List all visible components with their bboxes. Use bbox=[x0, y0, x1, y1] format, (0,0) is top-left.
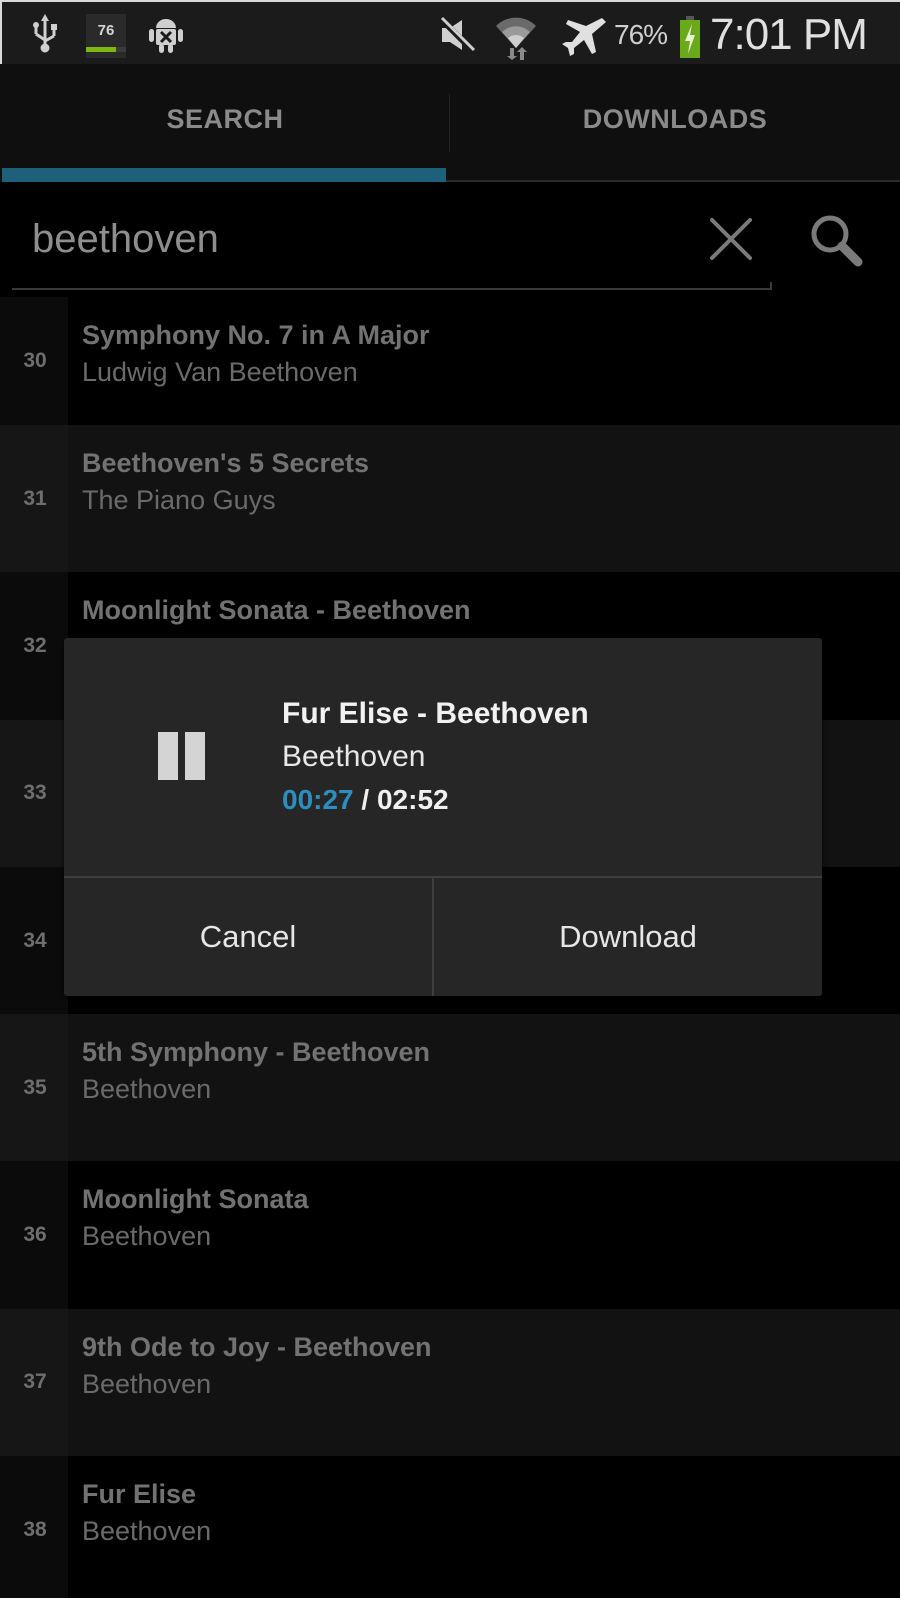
track-title: Fur Elise - Beethoven bbox=[282, 697, 589, 730]
result-title: Moonlight Sonata - Beethoven bbox=[82, 595, 471, 626]
clock: 7:01 PM bbox=[710, 10, 868, 59]
result-title: Fur Elise bbox=[82, 1479, 197, 1510]
cancel-button[interactable]: Cancel bbox=[64, 878, 432, 996]
tab-bar: SEARCH DOWNLOADS bbox=[0, 64, 900, 182]
notification-progress-fill bbox=[86, 47, 116, 52]
notification-number: 76 bbox=[97, 22, 115, 39]
search-bar bbox=[0, 182, 900, 297]
battery-level-fill bbox=[680, 20, 700, 58]
result-number: 36 bbox=[0, 1161, 68, 1309]
result-row[interactable]: 38 Fur Elise Beethoven bbox=[0, 1456, 900, 1598]
download-button[interactable]: Download bbox=[434, 878, 822, 996]
search-input[interactable] bbox=[14, 204, 714, 274]
result-title: 9th Ode to Joy - Beethoven bbox=[82, 1331, 432, 1362]
result-row[interactable]: 31 Beethoven's 5 Secrets The Piano Guys bbox=[0, 425, 900, 573]
result-row[interactable]: 36 Moonlight Sonata Beethoven bbox=[0, 1161, 900, 1309]
battery-percent: 76% bbox=[614, 19, 668, 50]
notification-76-icon: 76 bbox=[86, 14, 126, 58]
result-title: Beethoven's 5 Secrets bbox=[82, 448, 370, 478]
result-row[interactable]: 37 9th Ode to Joy - Beethoven Beethoven bbox=[0, 1308, 900, 1457]
clear-search-button[interactable] bbox=[706, 214, 756, 264]
result-number: 33 bbox=[0, 719, 68, 867]
result-number: 35 bbox=[0, 1014, 68, 1162]
result-artist: Beethoven bbox=[82, 1368, 212, 1399]
close-icon bbox=[710, 218, 752, 260]
playback-time: 00:27 / 02:52 bbox=[282, 780, 589, 820]
total-duration: 02:52 bbox=[376, 784, 449, 815]
preview-player-dialog: Fur Elise - Beethoven Beethoven 00:27 / … bbox=[64, 638, 822, 996]
search-icon bbox=[811, 215, 863, 267]
search-underline bbox=[12, 282, 772, 290]
time-separator: / bbox=[353, 784, 377, 815]
result-artist: The Piano Guys bbox=[82, 485, 276, 515]
usb-icon bbox=[32, 14, 58, 59]
result-number: 32 bbox=[0, 572, 68, 720]
battery-charging-icon bbox=[680, 16, 700, 58]
track-info: Fur Elise - Beethoven Beethoven 00:27 / … bbox=[282, 694, 589, 820]
track-artist: Beethoven bbox=[282, 740, 426, 773]
result-number: 37 bbox=[0, 1308, 68, 1457]
result-title: 5th Symphony - Beethoven bbox=[82, 1037, 431, 1068]
tab-search[interactable]: SEARCH bbox=[0, 64, 450, 182]
wifi-icon bbox=[494, 14, 538, 65]
search-button[interactable] bbox=[808, 212, 866, 270]
result-text: 5th Symphony - Beethoven Beethoven bbox=[68, 1014, 900, 1161]
result-text: Moonlight Sonata Beethoven bbox=[68, 1161, 900, 1308]
notification-progress-bar bbox=[86, 47, 126, 52]
result-text: Symphony No. 7 in A Major Ludwig Van Beet… bbox=[68, 297, 900, 425]
result-text: Beethoven's 5 Secrets The Piano Guys bbox=[68, 425, 900, 572]
result-title: Symphony No. 7 in A Major bbox=[82, 320, 430, 350]
airplane-icon bbox=[562, 16, 606, 61]
result-title: Moonlight Sonata bbox=[82, 1184, 309, 1215]
android-debug-icon bbox=[148, 16, 184, 59]
result-artist: Beethoven bbox=[82, 1221, 212, 1252]
result-row[interactable]: 30 Symphony No. 7 in A Major Ludwig Van Be… bbox=[0, 297, 900, 425]
pause-button[interactable] bbox=[158, 732, 210, 780]
active-tab-indicator bbox=[2, 168, 446, 182]
tab-downloads[interactable]: DOWNLOADS bbox=[450, 64, 900, 182]
result-number: 38 bbox=[0, 1456, 68, 1598]
result-artist: Ludwig Van Beethoven bbox=[82, 357, 358, 387]
mute-icon bbox=[437, 15, 478, 59]
result-number: 31 bbox=[0, 425, 68, 573]
result-text: Fur Elise Beethoven bbox=[68, 1456, 900, 1598]
elapsed-time: 00:27 bbox=[282, 784, 354, 815]
result-row[interactable]: 35 5th Symphony - Beethoven Beethoven bbox=[0, 1014, 900, 1162]
result-number: 30 bbox=[0, 297, 68, 425]
result-number: 34 bbox=[0, 866, 68, 1015]
result-text: 9th Ode to Joy - Beethoven Beethoven bbox=[68, 1309, 900, 1456]
status-bar: 76 76% 7:01 PM bbox=[0, 0, 900, 64]
result-artist: Beethoven bbox=[82, 1516, 212, 1547]
result-artist: Beethoven bbox=[82, 1074, 212, 1105]
